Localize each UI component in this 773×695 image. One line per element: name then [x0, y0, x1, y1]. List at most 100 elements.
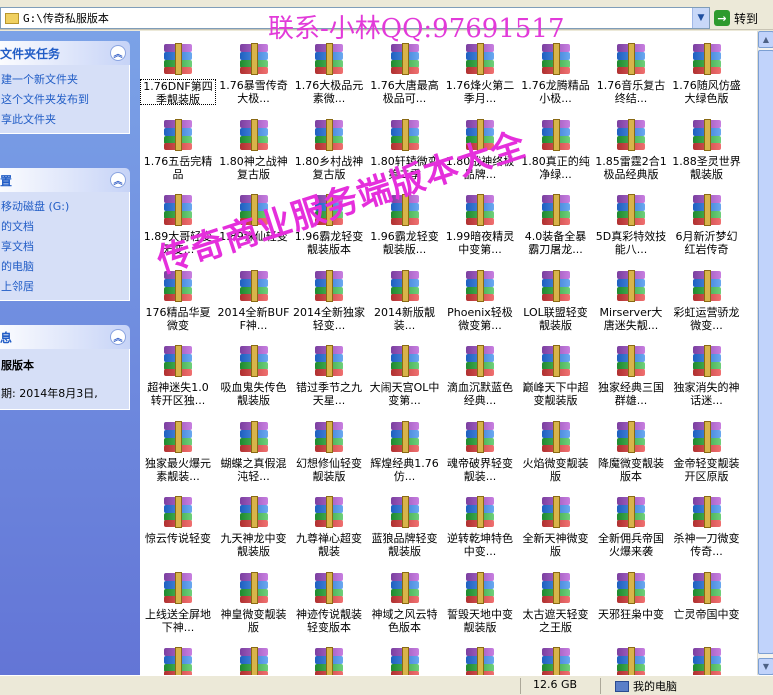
- file-item[interactable]: 1.85雷霆2合1极品经典版: [593, 111, 669, 186]
- folder-icon: [5, 12, 19, 24]
- file-item[interactable]: 亡灵帝国中变: [669, 564, 745, 639]
- details-header[interactable]: 息 ︽: [0, 325, 130, 349]
- file-name: 滴血沉默蓝色经典...: [447, 381, 513, 407]
- scroll-up-button[interactable]: ▲: [758, 31, 773, 48]
- file-item[interactable]: 5D真彩特效技能八...: [593, 186, 669, 261]
- file-name: Mirserver大唐迷失靓...: [599, 305, 663, 332]
- address-dropdown-button[interactable]: ▼: [692, 8, 709, 28]
- file-item[interactable]: 神皇微变靓装版: [216, 564, 292, 639]
- file-name: 独家经典三国群雄...: [598, 381, 664, 407]
- file-task-item-0[interactable]: 建一个新文件夹: [1, 69, 129, 89]
- winrar-archive-icon: [389, 420, 421, 453]
- file-item[interactable]: 杀神一刀微变传奇...: [669, 488, 745, 563]
- file-item[interactable]: 1.76暴雪传奇大极...: [216, 35, 292, 110]
- collapse-chevron-icon[interactable]: ︽: [110, 329, 126, 345]
- file-item[interactable]: 大闹天宫OL中变第...: [367, 337, 443, 412]
- scroll-thumb[interactable]: [758, 50, 773, 654]
- file-item[interactable]: 1.80真正的纯净绿...: [518, 111, 594, 186]
- file-item[interactable]: 九天神龙中变靓装版: [216, 488, 292, 563]
- winrar-archive-icon: [313, 345, 345, 377]
- file-item[interactable]: 1.80神之战神复古版: [216, 111, 292, 186]
- other-place-item-1[interactable]: 的文档: [1, 216, 129, 236]
- file-item[interactable]: 幻想修仙轻变靓装版: [291, 413, 367, 488]
- file-item[interactable]: 6月新沂梦幻红岩传奇: [669, 186, 745, 261]
- file-item[interactable]: 神迹传说靓装轻变版本: [291, 564, 367, 639]
- file-item[interactable]: 1.76音乐复古终结...: [593, 35, 669, 110]
- file-item[interactable]: [518, 639, 594, 675]
- file-item[interactable]: 金帝轻变靓装开区原版: [669, 413, 745, 488]
- file-item[interactable]: 太古遮天轻变之王版: [518, 564, 594, 639]
- file-tasks-header[interactable]: 文件夹任务 ︽: [0, 41, 130, 65]
- file-list-view[interactable]: 1.76DNF第四季靓装版 1.76暴雪传奇大极... 1.76大极品元素微... 1…: [140, 31, 757, 675]
- file-item[interactable]: 降魔微变靓装版本: [593, 413, 669, 488]
- winrar-archive-icon: [389, 43, 421, 75]
- file-item[interactable]: 吸血鬼失传色靓装版: [216, 337, 292, 412]
- file-item[interactable]: 1.88圣灵世界靓装版: [669, 111, 745, 186]
- file-item[interactable]: [593, 639, 669, 675]
- collapse-chevron-icon[interactable]: ︽: [110, 172, 126, 188]
- other-places-header[interactable]: 置 ︽: [0, 168, 130, 192]
- file-item[interactable]: 全新天神微变版: [518, 488, 594, 563]
- file-item[interactable]: 1.76大极品元素微...: [291, 35, 367, 110]
- collapse-chevron-icon[interactable]: ︽: [110, 45, 126, 61]
- file-item[interactable]: [367, 639, 443, 675]
- file-item[interactable]: 火焰微变靓装版: [518, 413, 594, 488]
- file-item[interactable]: 2014全新BUFF神...: [216, 262, 292, 337]
- file-task-item-1[interactable]: 这个文件夹发布到: [1, 89, 129, 109]
- winrar-archive-icon: [691, 647, 723, 675]
- file-item[interactable]: 1.76烽火第二季月...: [442, 35, 518, 110]
- winrar-archive-icon: [540, 571, 572, 604]
- file-item[interactable]: 蝴蝶之真假混沌轻...: [216, 413, 292, 488]
- file-item[interactable]: 巅峰天下中超变靓装版: [518, 337, 594, 412]
- file-item[interactable]: 1.76五岳完精品: [140, 111, 216, 186]
- file-item[interactable]: 超神迷失1.0转开区独...: [140, 337, 216, 412]
- other-place-item-2[interactable]: 享文档: [1, 236, 129, 256]
- file-item[interactable]: Phoenix轻极微变第...: [442, 262, 518, 337]
- other-place-item-0[interactable]: 移动磁盘 (G:): [1, 196, 129, 216]
- file-item[interactable]: 神域之风云特色版本: [367, 564, 443, 639]
- file-name: 1.99暗夜精灵中变第...: [445, 230, 515, 256]
- file-item[interactable]: 上线送全屏地下神...: [140, 564, 216, 639]
- file-item[interactable]: [216, 639, 292, 675]
- file-item[interactable]: 2014新版靓装...: [367, 262, 443, 337]
- file-item[interactable]: 1.76DNF第四季靓装版: [140, 35, 216, 110]
- file-item[interactable]: LOL联盟轻变靓装版: [518, 262, 594, 337]
- file-item[interactable]: 九尊禅心超变靓装: [291, 488, 367, 563]
- file-item[interactable]: 辉煌经典1.76仿...: [367, 413, 443, 488]
- go-button[interactable]: → 转到: [714, 8, 770, 28]
- file-item[interactable]: 蓝狼品牌轻变靓装版: [367, 488, 443, 563]
- file-item[interactable]: 独家最火爆元素靓装...: [140, 413, 216, 488]
- file-item[interactable]: [291, 639, 367, 675]
- file-item[interactable]: 惊云传说轻变: [140, 488, 216, 563]
- file-item[interactable]: 错过季节之九天星...: [291, 337, 367, 412]
- file-item[interactable]: 独家消失的神话迷...: [669, 337, 745, 412]
- file-item[interactable]: 1.76大唐最高极品可...: [367, 35, 443, 110]
- file-item[interactable]: 誓毁天地中变靓装版: [442, 564, 518, 639]
- file-item[interactable]: 4.0装备全暴霸刀屠龙...: [518, 186, 594, 261]
- file-name: 誓毁天地中变靓装版: [447, 607, 513, 634]
- file-item[interactable]: 彩虹运营骄龙微变...: [669, 262, 745, 337]
- file-item[interactable]: 1.76龙腾精品小极...: [518, 35, 594, 110]
- scroll-down-button[interactable]: ▼: [758, 658, 773, 675]
- winrar-archive-icon: [162, 571, 194, 604]
- file-item[interactable]: [140, 639, 216, 675]
- file-item[interactable]: [669, 639, 745, 675]
- other-place-item-3[interactable]: 的电脑: [1, 256, 129, 276]
- vertical-scrollbar[interactable]: ▲ ▼: [757, 31, 773, 675]
- file-item[interactable]: 天邪狂枭中变: [593, 564, 669, 639]
- file-item[interactable]: 滴血沉默蓝色经典...: [442, 337, 518, 412]
- file-name: 逆转乾坤特色中变...: [447, 532, 513, 558]
- file-item[interactable]: 魂帝破界轻变靓装...: [442, 413, 518, 488]
- file-item[interactable]: 全新佣兵帝国火爆来袭: [593, 488, 669, 563]
- file-name: 2014全新BUFF神...: [217, 305, 290, 332]
- other-place-item-4[interactable]: 上邻居: [1, 276, 129, 296]
- file-item[interactable]: 独家经典三国群雄...: [593, 337, 669, 412]
- file-item[interactable]: 2014全新独家轻变...: [291, 262, 367, 337]
- file-item[interactable]: Mirserver大唐迷失靓...: [593, 262, 669, 337]
- file-task-item-2[interactable]: 享此文件夹: [1, 109, 129, 129]
- file-item[interactable]: 逆转乾坤特色中变...: [442, 488, 518, 563]
- file-item[interactable]: [442, 639, 518, 675]
- winrar-archive-icon: [615, 420, 647, 453]
- file-item[interactable]: 1.76随风仿盛大绿色版: [669, 35, 745, 110]
- file-item[interactable]: 1.99暗夜精灵中变第...: [442, 186, 518, 261]
